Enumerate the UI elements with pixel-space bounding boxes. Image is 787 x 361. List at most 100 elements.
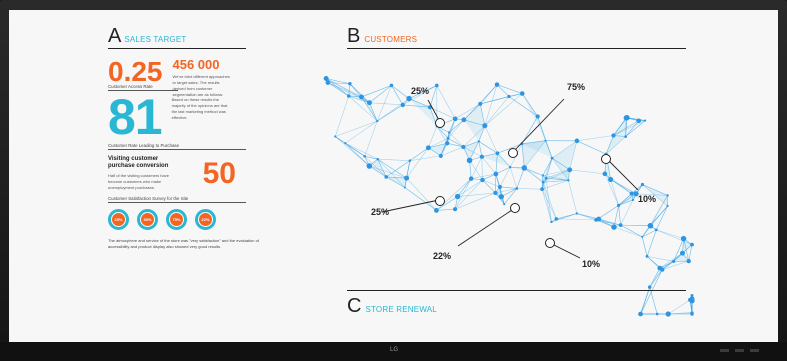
network-node <box>425 145 431 151</box>
network-edge <box>448 119 465 133</box>
network-node <box>404 175 410 181</box>
brand-logo: LG <box>389 347 398 353</box>
network-edge <box>391 85 404 106</box>
network-node <box>541 174 545 177</box>
network-node <box>672 259 676 263</box>
network-edge <box>391 85 410 99</box>
stat-count: 456 000 <box>172 57 220 72</box>
purchase-title: Visiting customer purchase conversion <box>108 156 169 169</box>
network-edge <box>569 169 605 175</box>
network-node <box>611 133 616 138</box>
network-node <box>376 157 379 161</box>
network-edge <box>556 218 597 221</box>
network-facet <box>522 93 546 141</box>
network-node <box>477 140 480 143</box>
network-edge <box>516 167 525 189</box>
network-node <box>346 94 351 98</box>
network-facet <box>606 135 626 155</box>
network-node <box>541 181 545 184</box>
survey-ring: 75% <box>166 209 187 230</box>
network-node <box>495 151 500 156</box>
network-node <box>554 217 558 221</box>
network-node <box>608 176 614 183</box>
network-facet <box>409 98 437 127</box>
network-node <box>574 138 580 144</box>
network-node <box>519 91 525 96</box>
purchase-rate-label: Customer Rate Leading to Purchase <box>108 143 246 150</box>
survey-rings: 25% 30% 75% 22% <box>108 209 246 230</box>
network-edge <box>496 84 510 97</box>
network-edge <box>377 158 410 161</box>
network-node <box>497 184 502 189</box>
network-edge <box>436 208 456 211</box>
network-node <box>657 265 663 271</box>
network-node <box>515 187 519 190</box>
network-edge <box>495 166 511 175</box>
network-node <box>482 123 488 129</box>
network-node <box>480 177 485 183</box>
survey-ring: 30% <box>137 209 158 230</box>
network-node <box>567 179 570 182</box>
network-node <box>445 141 450 146</box>
section-title: STORE RENEWAL <box>365 305 437 314</box>
network-node <box>348 82 352 86</box>
network-facet <box>481 153 511 168</box>
network-edge <box>620 224 643 238</box>
network-node <box>479 154 484 159</box>
network-node <box>645 254 649 258</box>
network-node <box>618 223 623 227</box>
network-node <box>438 153 443 158</box>
network-node <box>461 117 467 123</box>
survey-ring: 25% <box>108 209 129 230</box>
network-edge <box>509 167 518 189</box>
customer-network-graphic <box>323 76 695 317</box>
customers-callout-3: 10% <box>638 194 657 204</box>
network-node <box>367 100 372 106</box>
network-edge <box>646 256 661 269</box>
network-node <box>544 176 548 180</box>
survey-footer: The atmosphere and service of the store … <box>108 238 259 249</box>
network-node <box>666 194 669 197</box>
network-node <box>452 116 458 122</box>
network-edge <box>409 147 429 161</box>
network-edge <box>499 186 517 189</box>
network-node <box>594 217 599 222</box>
network-edge <box>369 102 403 106</box>
customers-callout-5: 22% <box>433 251 452 261</box>
network-facet <box>613 117 627 137</box>
network-node <box>647 223 653 229</box>
network-node <box>690 311 694 315</box>
network-edge <box>454 192 496 210</box>
network-node <box>389 83 394 88</box>
network-node <box>359 94 364 100</box>
network-edge <box>542 180 569 190</box>
network-edge <box>436 85 456 119</box>
network-node <box>508 165 512 169</box>
network-facet <box>649 268 663 288</box>
network-node <box>602 171 608 177</box>
purchase-desc: Half of the visiting customers have beco… <box>108 173 169 190</box>
network-edge <box>404 187 437 211</box>
network-node <box>690 242 694 247</box>
network-node <box>654 228 658 232</box>
network-node <box>403 186 406 189</box>
network-node <box>435 83 439 88</box>
network-edge <box>499 167 511 188</box>
network-node <box>640 182 645 187</box>
survey-ring-value: 75% <box>170 213 183 226</box>
network-edge <box>484 96 510 126</box>
stat-rate: 0.25 <box>108 56 163 87</box>
network-node <box>406 95 412 102</box>
network-edge <box>377 104 403 122</box>
network-node <box>498 194 504 200</box>
network-node <box>629 191 634 196</box>
network-node <box>507 94 511 99</box>
network-node <box>616 203 621 207</box>
network-edge <box>335 95 350 137</box>
network-node <box>647 285 652 289</box>
network-node <box>493 190 498 195</box>
network-node <box>680 235 687 242</box>
network-node <box>666 204 669 208</box>
network-edge <box>364 120 378 157</box>
network-node <box>468 176 474 181</box>
